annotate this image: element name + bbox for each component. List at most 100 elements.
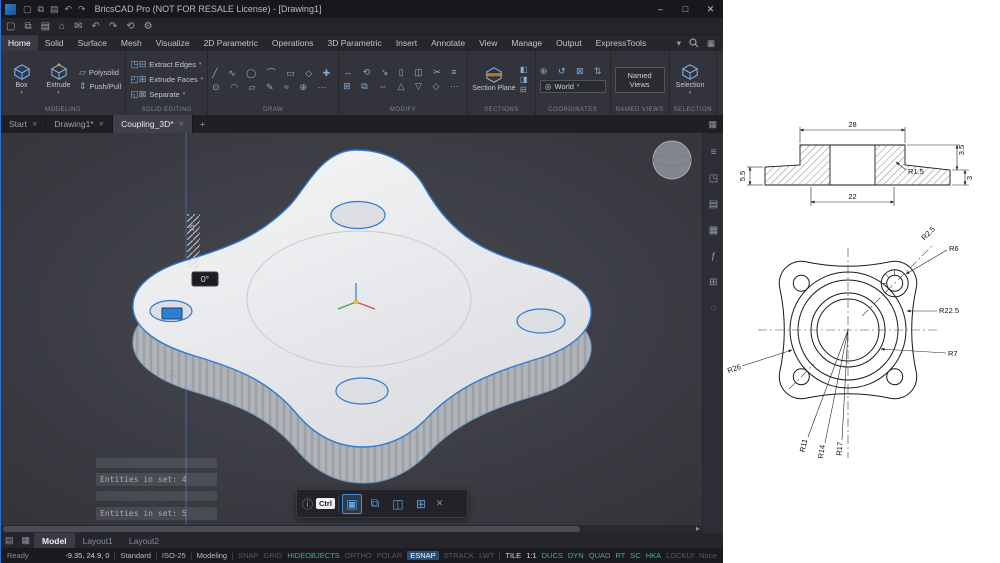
close-tab-icon[interactable]: ✕ (179, 120, 184, 128)
toggle-quad[interactable]: QUAD (589, 551, 611, 560)
toggle-sc[interactable]: SC (630, 551, 640, 560)
toggle-dyn[interactable]: DYN (568, 551, 584, 560)
fields-panel-icon[interactable]: ƒ (703, 243, 724, 269)
undo-icon[interactable]: ↶ (64, 4, 72, 15)
toggle-rt[interactable]: RT (615, 551, 625, 560)
toggle-polar[interactable]: POLAR (377, 551, 402, 560)
tab-visualize[interactable]: Visualize (149, 35, 197, 51)
tab-expresstools[interactable]: ExpressTools (589, 35, 654, 51)
polysolid-button[interactable]: ▱ Polysolid (79, 67, 121, 78)
selection-button[interactable]: Selection ▾ (674, 63, 707, 96)
sheets-panel-icon[interactable]: ▦ (703, 217, 724, 243)
toggle-ducs[interactable]: DUCS (542, 551, 563, 560)
manipulator-mode-move-icon[interactable]: ▣ (341, 493, 362, 514)
dim-style[interactable]: ISO-25 (162, 551, 186, 560)
current-style[interactable]: Standard (120, 551, 150, 560)
toggle-lwt[interactable]: LWT (479, 551, 494, 560)
maximize-button[interactable]: □ (673, 0, 698, 18)
sections-extra-icons[interactable]: ◧ ◨ ⊟ (520, 65, 531, 95)
draw-icons-row-2[interactable]: ⊙ ◠ ▱ ✎ ≈ ⊕ ⋯ (212, 82, 334, 93)
extrude-faces-button[interactable]: ◰⊞ Extrude Faces ▾ (130, 74, 203, 85)
section-plane-button[interactable]: Section Plane (472, 66, 516, 93)
workspace-icon[interactable]: ▦ (707, 38, 715, 49)
model-space-icon[interactable]: ▤ (1, 535, 18, 546)
structure-panel-icon[interactable]: ◳ (703, 165, 724, 191)
draw-icons-row-1[interactable]: ╱ ∿ ◯ ⌒ ▭ ◇ ✚ (212, 66, 334, 79)
tab-annotate[interactable]: Annotate (424, 35, 472, 51)
search-icon[interactable] (689, 38, 699, 48)
box-button[interactable]: Box ▾ (5, 63, 38, 96)
bolt-hole-bottom[interactable] (335, 377, 389, 405)
ribbon-collapse-icon[interactable]: ▾ (677, 38, 681, 49)
selection-filter[interactable]: None (699, 551, 717, 560)
open-drawing-icon[interactable]: ⧉ (24, 21, 31, 32)
tab-output[interactable]: Output (549, 35, 589, 51)
toggle-ortho[interactable]: ORTHO (345, 551, 372, 560)
info-icon[interactable]: ⓘ (302, 496, 313, 512)
separate-button[interactable]: ◱⊠ Separate ▾ (130, 89, 203, 100)
panels-menu-icon[interactable]: ≡ (703, 139, 724, 165)
close-tab-icon[interactable]: ✕ (32, 120, 37, 128)
tab-insert[interactable]: Insert (389, 35, 424, 51)
toggle-tile[interactable]: TILE (505, 551, 521, 560)
cloud-panel-icon[interactable]: ◌ (703, 295, 724, 321)
save-icon[interactable]: ▤ (41, 21, 50, 32)
manipulator-mode-scale-icon[interactable]: ◫ (388, 494, 408, 514)
pushpull-button[interactable]: ⇕ Push/Pull (79, 81, 121, 92)
modify-icons-row-1[interactable]: ↔ ⟲ ↘ ▯ ◫ ✂ ≡ (343, 67, 463, 78)
tab-2d-parametric[interactable]: 2D Parametric (197, 35, 265, 51)
manipulator-mode-mirror-icon[interactable]: ⊞ (411, 494, 431, 514)
doc-tab-coupling3d[interactable]: Coupling_3D* ✕ (113, 115, 193, 133)
home-icon[interactable]: ⌂ (59, 21, 65, 32)
layers-panel-icon[interactable]: ▤ (703, 191, 724, 217)
new-drawing-icon[interactable]: ▢ (6, 21, 15, 32)
tab-3d-parametric[interactable]: 3D Parametric (320, 35, 388, 51)
extrude-button[interactable]: Extrude ▾ (42, 63, 75, 96)
tab-model[interactable]: Model (34, 533, 75, 548)
new-file-icon[interactable]: ▢ (23, 4, 32, 15)
scroll-right-icon[interactable]: ▸ (696, 524, 700, 533)
toggle-hka[interactable]: HKA (646, 551, 661, 560)
layout-list-icon[interactable]: ▦ (18, 535, 35, 546)
send-icon[interactable]: ✉ (74, 21, 82, 32)
new-tab-button[interactable]: + (193, 115, 212, 133)
toggle-lockui[interactable]: LOCKUI (666, 551, 694, 560)
tab-mesh[interactable]: Mesh (114, 35, 149, 51)
tiles-panel-icon[interactable]: ⊞ (703, 269, 724, 295)
open-file-icon[interactable]: ⧉ (38, 4, 44, 15)
annotation-scale[interactable]: 1:1 (526, 551, 536, 560)
toggle-strack[interactable]: STRACK (444, 551, 474, 560)
workspace-field[interactable]: Modeling (197, 551, 227, 560)
ucs-dropdown[interactable]: ◎ World ▾ (539, 80, 606, 93)
close-tab-icon[interactable]: ✕ (99, 120, 104, 128)
tab-solid[interactable]: Solid (38, 35, 71, 51)
doc-tab-drawing1[interactable]: Drawing1* ✕ (46, 115, 114, 133)
tab-operations[interactable]: Operations (265, 35, 321, 51)
ucs-icons-row[interactable]: ⊕ ↺ ⊠ ⇅ (540, 66, 606, 77)
extract-edges-button[interactable]: ◳⊟ Extract Edges ▾ (130, 59, 203, 70)
bolt-hole-right[interactable] (516, 308, 566, 334)
bolt-hole-top[interactable] (330, 200, 386, 230)
redo-toolbar-icon[interactable]: ↷ (109, 21, 117, 32)
tab-manage[interactable]: Manage (504, 35, 549, 51)
modify-icons-row-2[interactable]: ⊞ ⧉ ⇔ △ ▽ ◇ ⋯ (343, 81, 463, 92)
scrollbar-thumb[interactable] (3, 526, 580, 532)
tab-home[interactable]: Home (1, 35, 38, 51)
named-views-button[interactable]: Named Views (614, 66, 665, 93)
model-viewport[interactable]: 15 0° Entities in set: 4 Entities in set… (1, 133, 702, 525)
manipulator-toolbar[interactable]: ⓘ Ctrl ▣ ⧉ ◫ ⊞ ✕ (296, 489, 468, 518)
doc-tab-start[interactable]: Start ✕ (1, 115, 47, 133)
minimize-button[interactable]: – (648, 0, 673, 18)
horizontal-scrollbar[interactable]: ▸ (1, 524, 702, 533)
toggle-esnap[interactable]: ESNAP (407, 551, 439, 560)
toggle-grid[interactable]: GRID (264, 551, 283, 560)
lookfrom-compass[interactable] (652, 140, 692, 180)
manipulator-mode-rotate-icon[interactable]: ⧉ (365, 494, 385, 514)
toggle-snap[interactable]: SNAP (238, 551, 258, 560)
tab-surface[interactable]: Surface (71, 35, 114, 51)
save-file-icon[interactable]: ▤ (50, 4, 59, 15)
close-button[interactable]: ✕ (698, 0, 723, 18)
tab-overview-icon[interactable]: ▦ (708, 115, 723, 133)
close-manipulator-icon[interactable]: ✕ (436, 498, 444, 509)
redo-icon[interactable]: ↷ (78, 4, 86, 15)
